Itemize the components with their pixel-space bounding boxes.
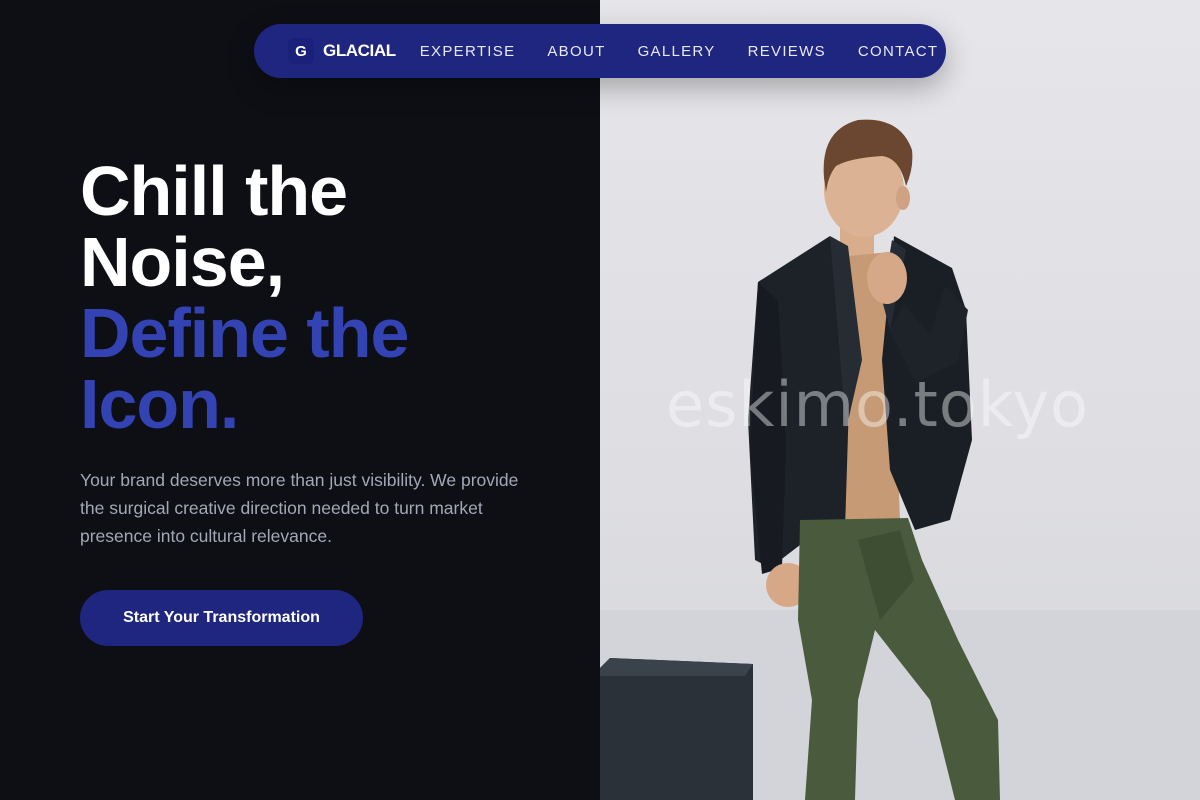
headline-line-3: Define the <box>80 294 409 372</box>
hero-photo: eskimo.tokyo <box>600 0 1200 800</box>
hero-headline: Chill the Noise, Define the Icon. <box>80 152 409 443</box>
headline-line-4: Icon. <box>80 365 239 443</box>
nav-link-about[interactable]: ABOUT <box>547 43 605 60</box>
start-transformation-button[interactable]: Start Your Transformation <box>80 590 363 646</box>
pedestal <box>600 658 753 800</box>
brand-mark-icon: G <box>288 38 314 64</box>
hero-description: Your brand deserves more than just visib… <box>80 470 519 546</box>
brand-logo[interactable]: G GLACIAL <box>288 38 396 64</box>
nav-links: EXPERTISE ABOUT GALLERY REVIEWS CONTACT <box>420 43 939 60</box>
nav-link-reviews[interactable]: REVIEWS <box>748 43 826 60</box>
nav-link-gallery[interactable]: GALLERY <box>638 43 716 60</box>
nav-link-expertise[interactable]: EXPERTISE <box>420 43 516 60</box>
nav-link-contact[interactable]: CONTACT <box>858 43 938 60</box>
hand <box>867 252 907 304</box>
headline-line-2: Noise, <box>80 223 285 301</box>
top-navigation: G GLACIAL EXPERTISE ABOUT GALLERY REVIEW… <box>254 24 946 78</box>
watermark-text: eskimo.tokyo <box>666 368 1090 441</box>
headline-line-1: Chill the <box>80 152 348 230</box>
brand-name: GLACIAL <box>323 41 396 60</box>
